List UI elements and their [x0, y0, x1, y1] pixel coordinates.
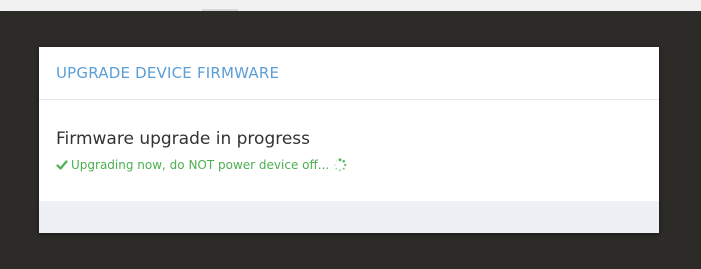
status-message: Upgrading now, do NOT power device off..…	[71, 158, 330, 172]
status-heading: Firmware upgrade in progress	[56, 129, 311, 149]
status-line: Upgrading now, do NOT power device off..…	[56, 158, 659, 172]
check-icon	[56, 159, 68, 171]
dialog-title: UPGRADE DEVICE FIRMWARE	[56, 64, 280, 82]
firmware-upgrade-dialog: UPGRADE DEVICE FIRMWARE Firmware upgrade…	[39, 47, 659, 233]
dialog-header: UPGRADE DEVICE FIRMWARE	[39, 47, 659, 100]
spinner-icon	[333, 158, 347, 172]
dialog-footer	[39, 201, 659, 233]
dialog-body: Firmware upgrade in progress Upgrading n…	[39, 100, 659, 201]
top-strip	[0, 0, 701, 12]
